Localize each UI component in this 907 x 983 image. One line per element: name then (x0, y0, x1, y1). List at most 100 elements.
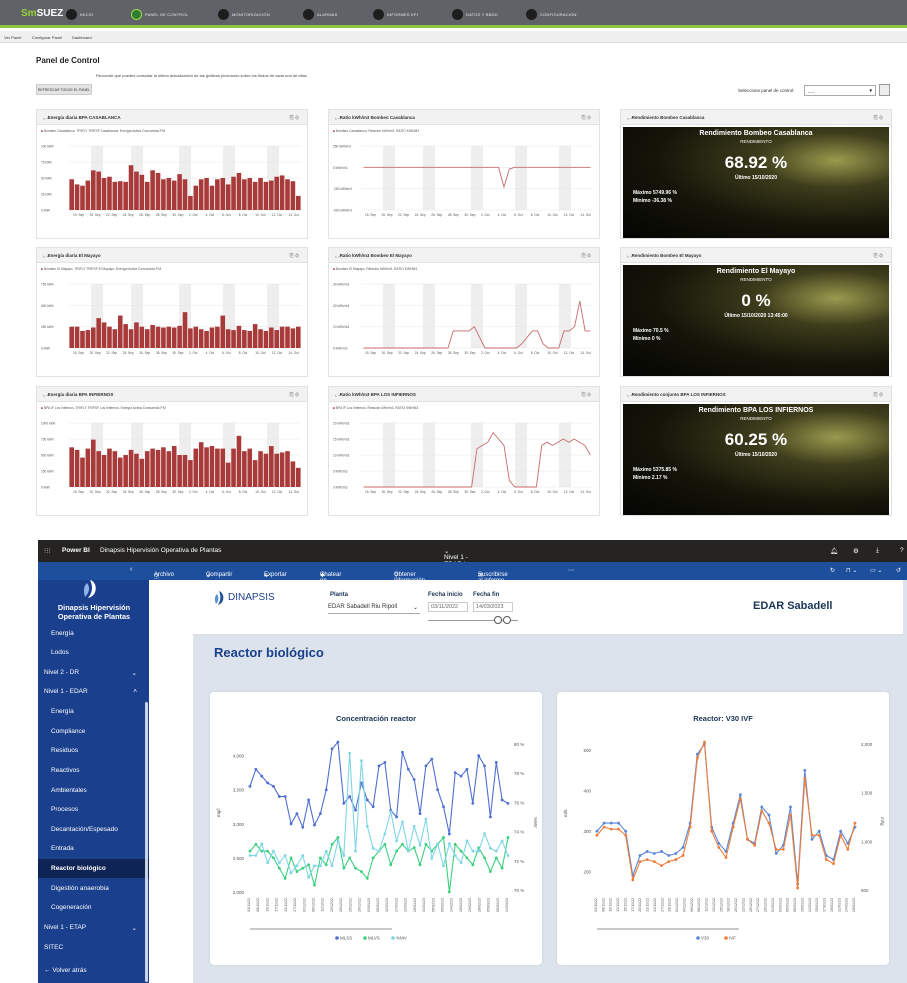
data-point[interactable] (436, 788, 440, 792)
bar[interactable] (279, 326, 285, 348)
bar[interactable] (193, 185, 199, 210)
data-point[interactable] (336, 836, 340, 839)
nav-panel-de-control[interactable]: PANEL DE CONTROL (131, 8, 188, 20)
data-point[interactable] (609, 827, 613, 831)
data-point[interactable] (324, 788, 328, 792)
bar[interactable] (96, 318, 101, 348)
data-point[interactable] (348, 856, 352, 860)
data-point[interactable] (283, 854, 287, 857)
data-point[interactable] (645, 858, 649, 861)
data-point[interactable] (313, 823, 316, 827)
data-point[interactable] (674, 852, 678, 855)
nav-informes[interactable]: INFORMES KPI (373, 8, 418, 20)
data-point[interactable] (424, 842, 428, 846)
bar[interactable] (209, 185, 215, 210)
panel-title[interactable]: .Rendimiento Bombeo Casablanca (630, 115, 704, 120)
bar[interactable] (69, 179, 74, 210)
sidebar-item[interactable]: Entrada (38, 839, 149, 858)
sidebar-item[interactable]: Cogeneración (38, 898, 149, 917)
bar[interactable] (209, 327, 215, 348)
bar[interactable] (225, 329, 231, 348)
sidebar-item[interactable]: Ambientales (38, 781, 149, 800)
bar[interactable] (269, 446, 274, 487)
bar[interactable] (117, 315, 123, 348)
sidebar-item[interactable]: Energía (38, 702, 149, 721)
sidebar-item[interactable]: Nivel 1 - ETAP ⌄ (38, 918, 149, 937)
bar[interactable] (128, 165, 134, 210)
data-point[interactable] (817, 829, 821, 833)
data-point[interactable] (354, 866, 357, 870)
bar[interactable] (242, 451, 247, 487)
data-point[interactable] (489, 846, 492, 850)
bar[interactable] (193, 448, 199, 487)
bar[interactable] (274, 330, 280, 348)
data-point[interactable] (494, 761, 498, 764)
bar[interactable] (263, 453, 269, 487)
data-point[interactable] (447, 842, 451, 846)
nav-inicio[interactable]: INICIO (66, 8, 93, 20)
data-point[interactable] (254, 854, 258, 857)
data-point[interactable] (295, 870, 299, 873)
bar[interactable] (182, 179, 188, 210)
data-point[interactable] (803, 777, 807, 780)
data-point[interactable] (377, 764, 381, 768)
bar[interactable] (279, 452, 285, 487)
data-point[interactable] (602, 825, 606, 829)
data-point[interactable] (277, 861, 281, 865)
data-point[interactable] (595, 833, 599, 837)
data-point[interactable] (360, 870, 363, 873)
bar[interactable] (242, 179, 247, 210)
sidebar-item[interactable]: Lodos (38, 643, 149, 662)
data-point[interactable] (810, 837, 814, 841)
bar[interactable] (188, 195, 193, 210)
data-point[interactable] (459, 774, 463, 778)
data-point[interactable] (371, 846, 375, 850)
panel-header[interactable]: ⌞ .Ratio kWh/m3 Bombeo Casablanca ⎘ ⚙ (329, 110, 599, 125)
data-point[interactable] (494, 856, 498, 860)
data-point[interactable] (760, 805, 764, 809)
data-point[interactable] (342, 801, 346, 805)
data-point[interactable] (430, 757, 434, 761)
panel-header[interactable]: ⌞ .Rendimiento Bombeo El Mayayo ⎘ ⚙ (621, 248, 891, 263)
data-point[interactable] (839, 829, 843, 833)
data-point[interactable] (412, 824, 416, 828)
data-point[interactable] (365, 824, 369, 828)
bar[interactable] (285, 451, 290, 487)
data-point[interactable] (803, 768, 807, 772)
bar[interactable] (166, 451, 172, 487)
panel-tools-icon[interactable]: ⎘ ⚙ (874, 392, 883, 398)
view-icon[interactable]: ▭ ⌄ (870, 567, 882, 574)
panel-tools-icon[interactable]: ⎘ ⚙ (582, 115, 591, 121)
bar[interactable] (258, 329, 263, 348)
bar[interactable] (220, 178, 226, 210)
data-point[interactable] (248, 849, 252, 853)
data-point[interactable] (483, 832, 486, 835)
bar[interactable] (107, 176, 112, 210)
data-point[interactable] (824, 858, 828, 861)
bar[interactable] (90, 170, 96, 210)
data-point[interactable] (395, 849, 398, 853)
data-point[interactable] (494, 849, 498, 853)
bar[interactable] (128, 449, 134, 487)
bar[interactable] (274, 176, 280, 210)
data-point[interactable] (746, 837, 749, 841)
bar[interactable] (117, 181, 123, 210)
data-point[interactable] (717, 846, 721, 849)
bar[interactable] (220, 315, 226, 348)
data-point[interactable] (272, 784, 275, 788)
bar[interactable] (80, 457, 85, 487)
fecha-inicio-input[interactable]: 03/11/2022 (428, 602, 468, 612)
data-point[interactable] (465, 856, 469, 860)
bar[interactable] (144, 329, 150, 348)
bar[interactable] (166, 178, 172, 210)
bar[interactable] (161, 447, 166, 487)
data-point[interactable] (289, 822, 293, 826)
panel-header[interactable]: ⌞ .Ratio kWh/m3 Bombeo El Mayayo ⎘ ⚙ (329, 248, 599, 263)
bar[interactable] (290, 181, 296, 210)
bar[interactable] (215, 448, 220, 487)
bar[interactable] (171, 327, 177, 348)
panel-title[interactable]: .Ratio kWh/m3 BPA LOS INFIERNOS (338, 392, 416, 397)
nav-monitorizacion[interactable]: MONITORIZACIÓN (218, 8, 270, 20)
data-point[interactable] (248, 784, 252, 788)
date-slider-end-handle[interactable] (503, 616, 511, 624)
